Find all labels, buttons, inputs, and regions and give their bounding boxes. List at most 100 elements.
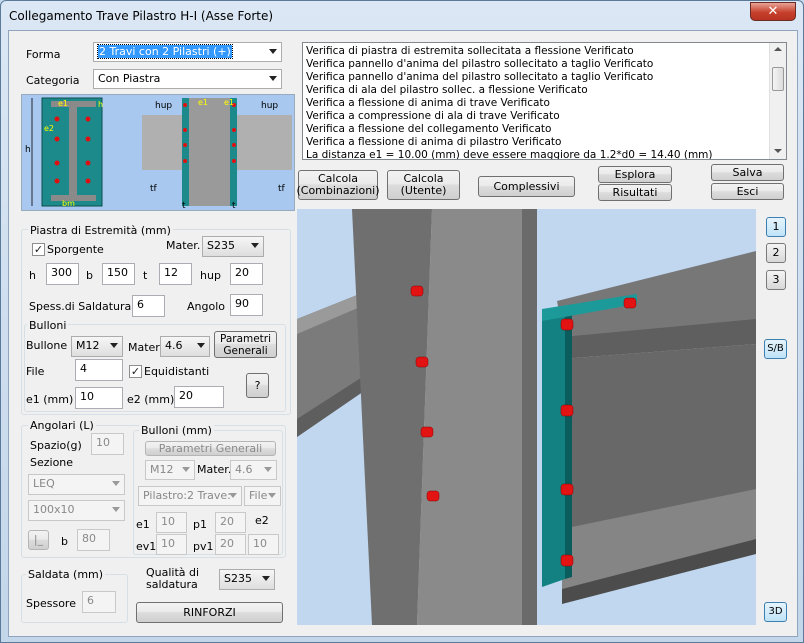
spazio-field[interactable]: 10: [91, 433, 124, 455]
piastra-mater-label: Mater.: [166, 239, 201, 252]
b-label: b: [86, 269, 93, 282]
button-label: (Combinazioni): [296, 184, 380, 197]
b-field[interactable]: 150: [102, 263, 135, 285]
verification-log[interactable]: Verifica di piastra di estremita solleci…: [302, 42, 787, 160]
log-scrollbar[interactable]: [769, 43, 786, 159]
scroll-up-icon[interactable]: [774, 47, 782, 51]
bulloni2-bullone-value: M12: [150, 463, 174, 476]
angolo-field[interactable]: 90: [230, 294, 263, 316]
angle-shape-button[interactable]: |_: [28, 530, 49, 550]
chevron-down-icon: [182, 467, 190, 472]
sezione-value: LEQ: [33, 477, 55, 490]
bulloni2-e1-label: e1: [136, 518, 150, 531]
dialog-body: Forma 2 Travi con 2 Pilastri (+) Categor…: [8, 30, 798, 637]
angolari-b-field[interactable]: 80: [77, 529, 110, 551]
esci-button[interactable]: Esci: [711, 183, 784, 200]
e2-field[interactable]: 20: [174, 386, 224, 408]
bulloni-title: Bulloni: [27, 319, 69, 332]
scroll-down-icon[interactable]: [774, 149, 782, 153]
esplora-button[interactable]: Esplora: [598, 166, 672, 183]
log-line: Verifica a flessione del collegamento Ve…: [306, 123, 552, 135]
angolari-b-label: b: [61, 535, 68, 548]
dim-e1-right-label: e1: [224, 98, 234, 107]
sezione-size-select[interactable]: 100x10: [28, 500, 125, 521]
dim-e2-label: e2: [44, 124, 54, 133]
button-label: Generali: [223, 344, 268, 357]
bullone-select[interactable]: M12: [71, 336, 123, 357]
help-button[interactable]: ?: [246, 373, 269, 398]
rinforzi-button[interactable]: RINFORZI: [136, 602, 283, 623]
pilastro-trave-select[interactable]: Pilastro:2 Trave:: [138, 486, 242, 506]
bullone-label: Bullone: [26, 339, 68, 352]
complessivi-button[interactable]: Complessivi: [478, 176, 575, 197]
p1-field[interactable]: 20: [215, 512, 246, 533]
button-label: (Utente): [400, 184, 447, 197]
bulloni2-mater-select[interactable]: 4.6: [230, 460, 277, 480]
hup-field[interactable]: 20: [230, 263, 263, 285]
bulloni-mater-select[interactable]: 4.6: [160, 336, 210, 357]
bulloni-mater-value: 4.6: [165, 339, 183, 352]
bulloni2-e1-field[interactable]: 10: [156, 512, 187, 533]
bulloni-mater-label: Mater: [128, 341, 160, 354]
view-3-button[interactable]: 3: [766, 270, 786, 290]
parametri-generali-button[interactable]: Parametri Generali: [214, 331, 277, 358]
forma-value: 2 Travi con 2 Pilastri (+): [97, 44, 233, 59]
sezione-size-value: 100x10: [33, 503, 75, 516]
saldata-title: Saldata (mm): [26, 568, 106, 581]
bulloni2-e2-label: e2: [255, 514, 269, 527]
chevron-down-icon: [112, 507, 120, 512]
sporgente-checkbox[interactable]: ✓: [32, 243, 45, 256]
dim-e1-label: e1: [58, 99, 68, 108]
categoria-select[interactable]: Con Piastra: [93, 69, 282, 89]
chevron-down-icon: [269, 49, 277, 54]
ev1-field[interactable]: 10: [156, 534, 187, 555]
bulloni2-bullone-select[interactable]: M12: [145, 460, 195, 480]
piastra-mater-select[interactable]: S235: [202, 236, 264, 257]
view-1-button[interactable]: 1: [766, 217, 786, 237]
spess-saldatura-field[interactable]: 6: [132, 295, 165, 317]
bullone-value: M12: [76, 339, 100, 352]
piastra-title: Piastra di Estremità (mm): [28, 224, 173, 237]
t-label: t: [143, 269, 148, 282]
qualita-select[interactable]: S235: [219, 569, 275, 590]
calcola-utente-button[interactable]: Calcola (Utente): [387, 170, 460, 200]
h-field[interactable]: 300: [46, 263, 79, 285]
spessore-label: Spessore: [26, 597, 76, 610]
equidistanti-checkbox[interactable]: ✓: [129, 365, 142, 378]
dim-tf-left-label: tf: [150, 184, 158, 194]
chevron-down-icon: [112, 481, 120, 486]
spazio-label: Spazio(g): [30, 439, 82, 452]
piastra-mater-value: S235: [207, 239, 235, 252]
pv1-label: pv1: [193, 540, 214, 553]
view-2-button[interactable]: 2: [766, 243, 786, 263]
bulloni2-parametri-button[interactable]: Parametri Generali: [145, 441, 276, 456]
3d-viewport[interactable]: [297, 209, 756, 625]
scroll-thumb[interactable]: [772, 67, 784, 91]
qualita-label-line: saldatura: [146, 578, 198, 591]
window-title: Collegamento Trave Pilastro H-I (Asse Fo…: [9, 9, 274, 23]
hup-label: hup: [200, 269, 221, 282]
bulloni2-file-select[interactable]: File: [244, 486, 281, 506]
calcola-combinazioni-button[interactable]: Calcola (Combinazioni): [296, 170, 380, 200]
spessore-field[interactable]: 6: [82, 591, 116, 613]
t-field[interactable]: 12: [159, 263, 192, 285]
chevron-down-icon: [110, 343, 118, 348]
file-label: File: [26, 365, 45, 378]
close-button[interactable]: ✕: [750, 2, 796, 21]
connection-preview-drawing: h e1 h e2 bm hup hup e1 e1 tf tf t t: [25, 97, 292, 211]
pv1-field[interactable]: 20: [215, 534, 246, 555]
forma-label: Forma: [26, 48, 61, 61]
3d-toggle-button[interactable]: 3D: [764, 602, 787, 622]
file-field[interactable]: 4: [75, 359, 123, 381]
log-line: Verifica a flessione di anima di pilastr…: [306, 136, 562, 148]
bulloni2-e2-field[interactable]: 10: [248, 534, 279, 555]
sezione-select[interactable]: LEQ: [28, 474, 125, 495]
salva-button[interactable]: Salva: [711, 164, 784, 181]
risultati-button[interactable]: Risultati: [598, 184, 672, 201]
qualita-value: S235: [224, 572, 252, 585]
e1-field[interactable]: 10: [75, 387, 123, 409]
bulloni2-mater-value: 4.6: [235, 463, 253, 476]
sb-toggle-button[interactable]: S/B: [764, 339, 787, 359]
forma-select[interactable]: 2 Travi con 2 Pilastri (+): [93, 42, 282, 62]
e1-label: e1 (mm): [26, 393, 74, 406]
